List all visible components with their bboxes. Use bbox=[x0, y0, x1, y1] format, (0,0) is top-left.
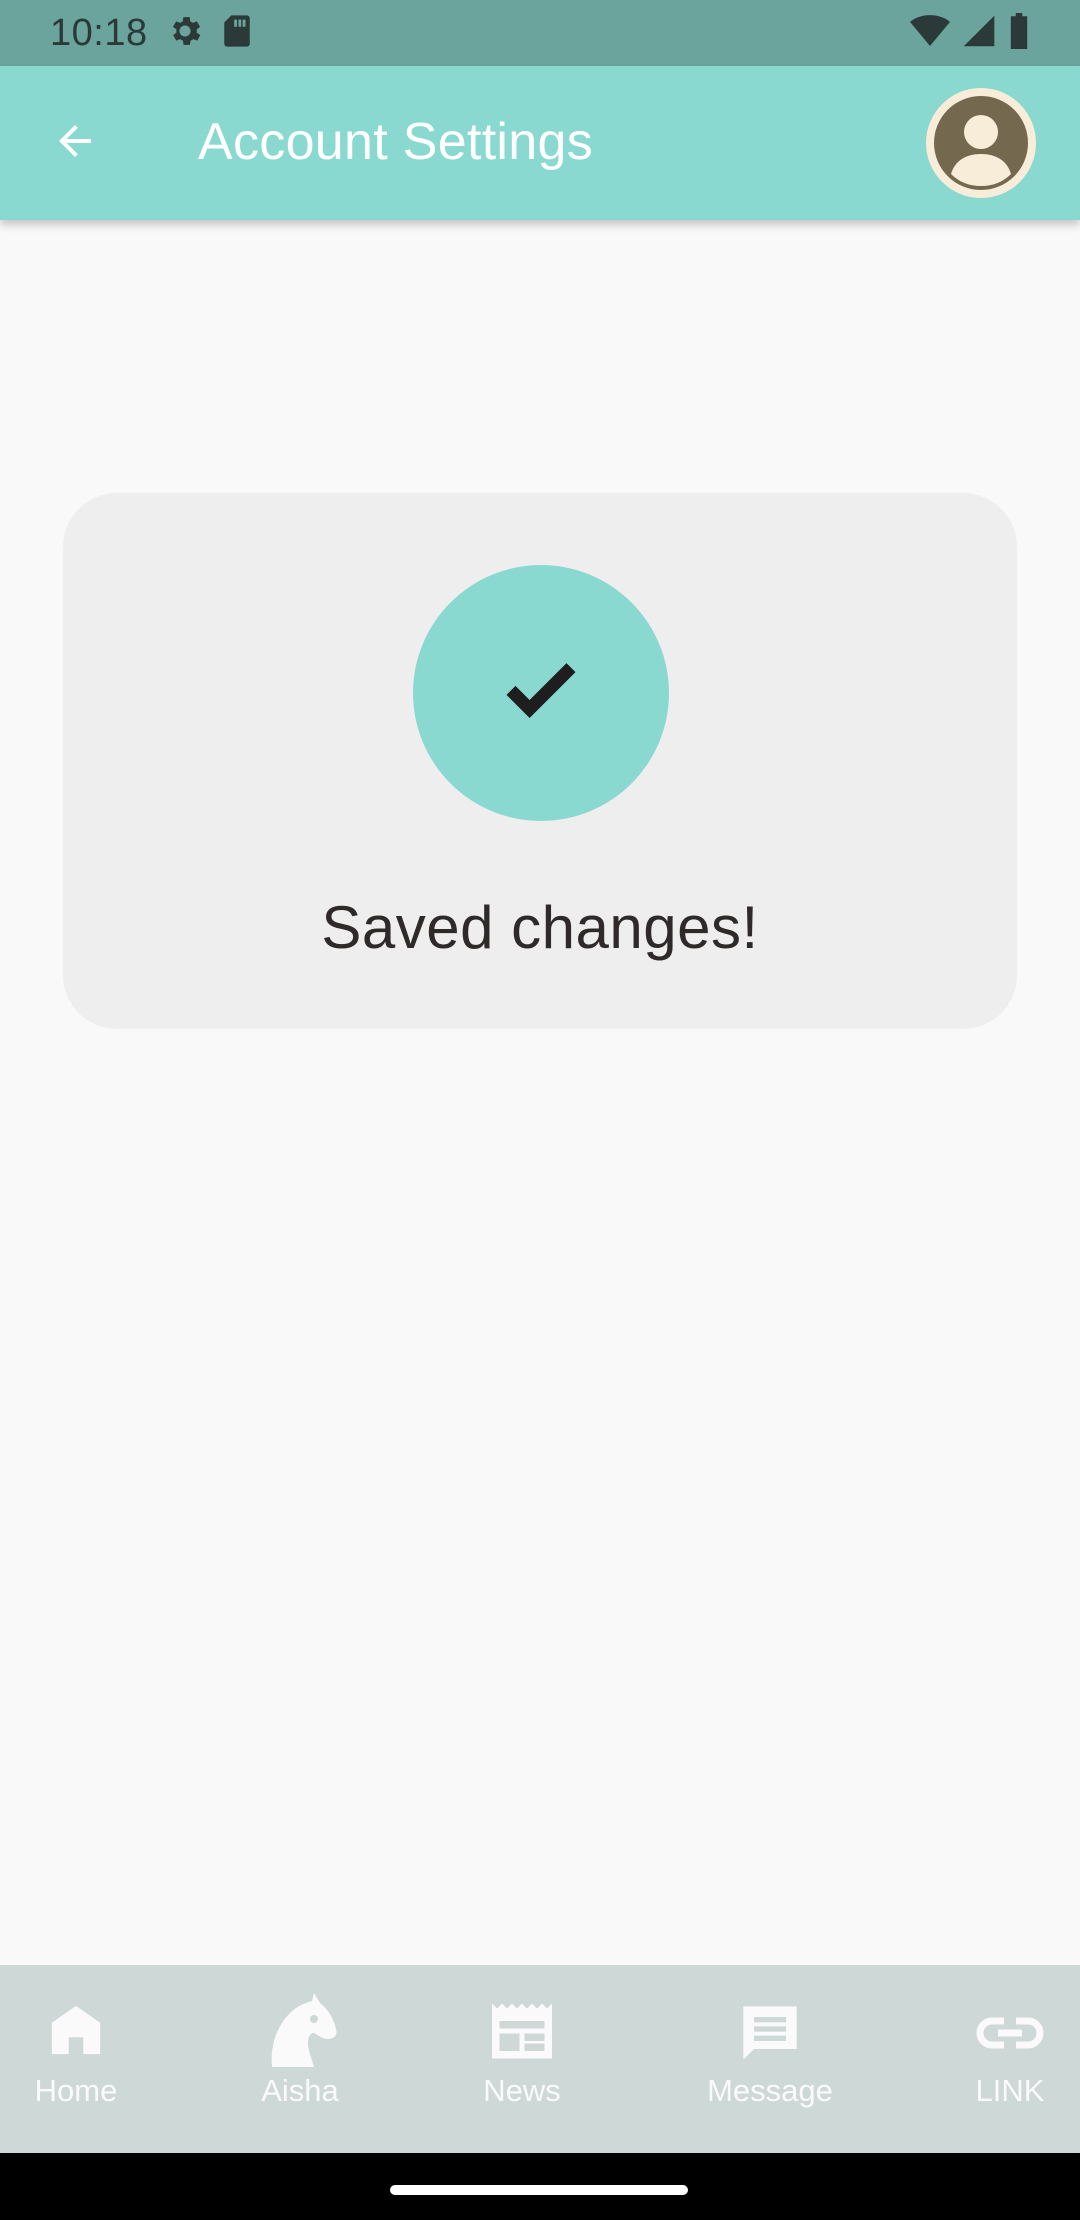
home-icon bbox=[47, 2001, 105, 2064]
nav-item-link[interactable]: LINK bbox=[950, 1965, 1070, 2153]
back-button[interactable] bbox=[40, 108, 110, 178]
saved-confirmation-card: Saved changes! bbox=[63, 493, 1017, 1029]
status-bar: 10:18 bbox=[0, 0, 1080, 66]
nav-label-home: Home bbox=[34, 2073, 118, 2108]
chat-bubble-icon bbox=[738, 2001, 802, 2070]
settings-gear-icon bbox=[166, 12, 204, 55]
battery-icon bbox=[1008, 12, 1030, 54]
nav-item-home[interactable]: Home bbox=[0, 1965, 152, 2153]
account-avatar-icon bbox=[934, 96, 1028, 190]
home-gesture-handle[interactable] bbox=[390, 2185, 688, 2195]
status-time: 10:18 bbox=[50, 11, 148, 54]
system-gesture-bar bbox=[0, 2153, 1080, 2220]
nav-item-aisha[interactable]: Aisha bbox=[222, 1965, 378, 2153]
nav-label-news: News bbox=[483, 2073, 561, 2108]
arrow-back-icon bbox=[51, 117, 99, 170]
link-icon bbox=[976, 2013, 1044, 2058]
nav-label-message: Message bbox=[707, 2073, 833, 2108]
newspaper-icon bbox=[489, 2001, 555, 2066]
nav-item-news[interactable]: News bbox=[444, 1965, 600, 2153]
success-badge bbox=[413, 565, 669, 821]
checkmark-icon bbox=[505, 662, 577, 725]
status-left-icons bbox=[166, 12, 252, 55]
wifi-icon bbox=[910, 14, 950, 53]
status-right-icons bbox=[910, 12, 1030, 54]
bottom-navigation: Home Aisha News Message LINK bbox=[0, 1965, 1080, 2153]
horse-head-icon bbox=[260, 1991, 340, 2076]
nav-item-message[interactable]: Message bbox=[690, 1965, 850, 2153]
cell-signal-icon bbox=[962, 14, 996, 53]
app-bar: Account Settings bbox=[0, 66, 1080, 220]
page-title: Account Settings bbox=[198, 113, 594, 171]
saved-message: Saved changes! bbox=[321, 894, 759, 961]
nav-label-link: LINK bbox=[975, 2073, 1045, 2108]
sd-card-icon bbox=[222, 14, 252, 53]
nav-label-aisha: Aisha bbox=[261, 2073, 339, 2108]
avatar[interactable] bbox=[926, 88, 1036, 198]
